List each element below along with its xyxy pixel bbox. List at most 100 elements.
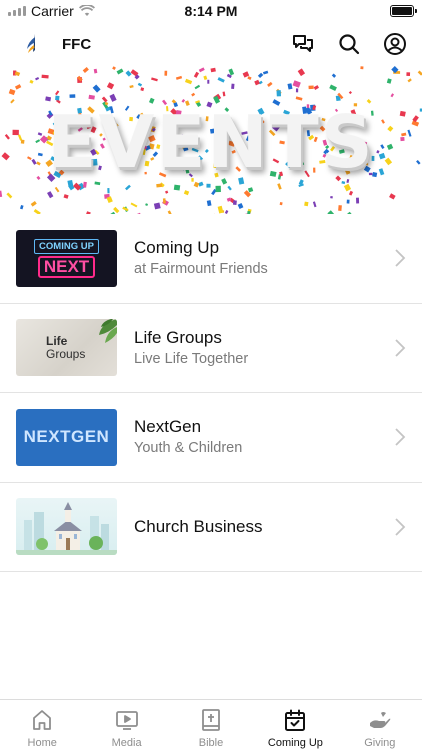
tab-media[interactable]: Media — [84, 700, 168, 750]
confetti-piece — [206, 183, 211, 188]
event-item-church-business[interactable]: Church Business — [0, 483, 422, 572]
tab-bible[interactable]: Bible — [169, 700, 253, 750]
profile-icon[interactable] — [382, 31, 408, 57]
event-subtitle: Live Life Together — [134, 350, 249, 367]
thumb-text-coming-up: COMING UP — [34, 238, 99, 254]
event-list: COMING UP NEXT Coming Up at Fairmount Fr… — [0, 214, 422, 572]
confetti-piece — [140, 87, 145, 92]
confetti-piece — [116, 68, 124, 75]
nextgen-thumbnail: NEXTGEN — [16, 408, 117, 466]
confetti-piece — [193, 71, 200, 78]
thumb-text-nextgen: NEXTGEN — [23, 427, 110, 447]
wifi-icon — [78, 5, 95, 16]
confetti-piece — [47, 191, 54, 199]
tab-label: Coming Up — [267, 737, 323, 749]
search-icon[interactable] — [336, 31, 362, 57]
confetti-piece — [137, 82, 143, 87]
confetti-piece — [237, 203, 244, 210]
status-right — [274, 5, 417, 17]
confetti-piece — [262, 70, 269, 75]
event-title: Life Groups — [134, 327, 222, 347]
confetti-piece — [164, 190, 169, 194]
confetti-piece — [41, 74, 49, 79]
confetti-piece — [206, 200, 212, 207]
chevron-right-icon — [395, 249, 406, 267]
chevron-right-icon — [395, 428, 406, 446]
signal-icon — [8, 6, 26, 16]
confetti-piece — [356, 197, 360, 204]
confetti-piece — [54, 186, 60, 193]
confetti-piece — [191, 92, 196, 97]
confetti-piece — [254, 79, 260, 86]
event-item-coming-up[interactable]: COMING UP NEXT Coming Up at Fairmount Fr… — [0, 214, 422, 304]
life-groups-thumbnail: Life Groups — [16, 319, 117, 377]
confetti-piece — [267, 81, 273, 87]
confetti-piece — [0, 190, 3, 198]
church-business-thumbnail — [16, 498, 117, 556]
tab-giving[interactable]: Giving — [338, 700, 422, 750]
confetti-piece — [145, 203, 149, 207]
confetti-piece — [312, 201, 317, 208]
event-item-nextgen[interactable]: NEXTGEN NextGen Youth & Children — [0, 393, 422, 483]
tab-coming-up[interactable]: Coming Up — [253, 700, 337, 750]
confetti-piece — [153, 202, 161, 210]
confetti-piece — [390, 93, 395, 98]
tab-label: Home — [27, 737, 57, 749]
confetti-piece — [203, 75, 208, 81]
confetti-piece — [112, 66, 116, 70]
event-title: NextGen — [134, 417, 202, 437]
confetti-piece — [82, 67, 89, 73]
thumb-text-life: Life — [46, 334, 68, 349]
confetti-piece — [162, 198, 166, 204]
confetti-piece — [184, 78, 193, 85]
confetti-piece — [183, 190, 190, 196]
confetti-piece — [346, 199, 350, 204]
confetti-piece — [348, 91, 352, 95]
event-item-life-groups[interactable]: Life Groups Life Groups Live Life Togeth… — [0, 304, 422, 393]
confetti-piece — [227, 185, 232, 191]
banner-title: EVENTS — [47, 100, 375, 184]
confetti-piece — [313, 85, 320, 90]
confetti-piece — [279, 202, 283, 206]
confetti-piece — [125, 70, 132, 77]
bible-icon — [202, 709, 220, 731]
confetti-piece — [276, 90, 282, 97]
confetti-piece — [247, 76, 252, 80]
tab-label: Bible — [198, 737, 224, 749]
confetti-piece — [287, 83, 293, 90]
confetti-piece — [343, 183, 352, 192]
confetti-piece — [194, 84, 201, 90]
church-illustration-icon — [16, 502, 117, 556]
confetti-piece — [35, 77, 40, 81]
confetti-piece — [14, 84, 22, 90]
confetti-piece — [297, 68, 306, 77]
event-subtitle: at Fairmount Friends — [134, 261, 268, 278]
confetti-piece — [231, 83, 235, 90]
confetti-piece — [156, 183, 163, 188]
giving-icon — [369, 712, 391, 728]
events-banner: EVENTS — [0, 66, 422, 214]
confetti-piece — [173, 184, 181, 191]
confetti-piece — [164, 70, 168, 76]
confetti-piece — [222, 91, 226, 97]
church-logo-icon[interactable] — [24, 32, 46, 56]
confetti-piece — [88, 94, 95, 100]
confetti-piece — [8, 88, 16, 96]
confetti-piece — [277, 183, 282, 190]
calendar-icon — [285, 709, 306, 731]
tab-label: Media — [111, 737, 142, 749]
tab-label: Giving — [364, 737, 396, 749]
confetti-piece — [417, 70, 422, 76]
confetti-piece — [6, 192, 13, 199]
confetti-piece — [292, 80, 301, 88]
confetti-piece — [228, 68, 235, 76]
event-title: Church Business — [134, 516, 263, 536]
confetti-piece — [406, 72, 411, 77]
confetti-piece — [348, 190, 354, 196]
tab-bar: Home Media Bible Coming Up Giving — [0, 699, 422, 750]
tab-home[interactable]: Home — [0, 700, 84, 750]
leaf-decoration-icon — [99, 319, 117, 344]
chat-icon[interactable] — [290, 31, 316, 57]
app-title: FFC — [62, 35, 92, 53]
carrier-label: Carrier — [31, 3, 74, 19]
